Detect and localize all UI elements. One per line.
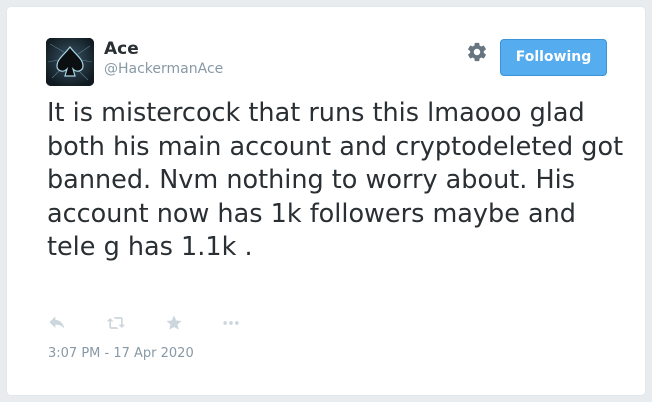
gear-icon[interactable] (466, 41, 488, 63)
avatar[interactable] (46, 38, 94, 86)
retweet-icon[interactable] (105, 313, 127, 335)
tweet-text: It is mistercock that runs this lmaooo g… (47, 98, 632, 262)
reply-icon[interactable] (47, 313, 69, 335)
more-icon[interactable] (221, 313, 243, 335)
tweet-timestamp[interactable]: 3:07 PM - 17 Apr 2020 (48, 346, 194, 362)
user-handle[interactable]: @HackermanAce (104, 60, 223, 78)
like-icon[interactable] (164, 313, 186, 335)
spade-avatar-image (46, 38, 94, 86)
display-name[interactable]: Ace (104, 39, 139, 59)
tweet-card: Ace @HackermanAce Following It is mister… (6, 6, 646, 396)
following-button[interactable]: Following (500, 39, 607, 76)
